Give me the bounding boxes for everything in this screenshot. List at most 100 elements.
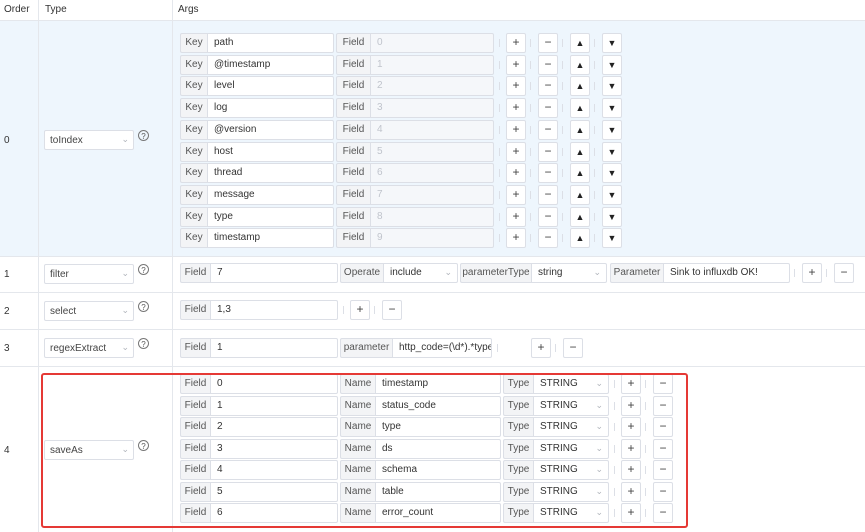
field-input[interactable]: 6 [370,163,494,184]
move-up-button[interactable]: ▲ [570,33,590,53]
remove-button[interactable]: − [653,460,673,480]
type-select[interactable]: STRING ⌄ [533,503,609,523]
type-select[interactable]: STRING ⌄ [533,395,609,416]
field-input[interactable]: 4 [210,460,338,480]
help-icon[interactable]: ? [138,301,149,312]
field-input[interactable]: 6 [210,503,338,523]
name-input[interactable]: timestamp [375,374,501,394]
remove-button[interactable]: − [538,163,558,184]
add-button[interactable]: + [802,263,822,283]
add-button[interactable]: + [621,395,641,416]
key-input[interactable]: level [207,76,334,97]
move-up-button[interactable]: ▲ [570,119,590,140]
move-down-button[interactable]: ▼ [602,228,622,249]
parameter-type-select[interactable]: string ⌄ [531,263,607,283]
remove-button[interactable]: − [538,141,558,162]
step-type-select[interactable]: toIndex ⌄ [44,130,134,150]
field-input[interactable]: 7 [210,263,338,283]
move-down-button[interactable]: ▼ [602,98,622,119]
key-input[interactable]: host [207,141,334,162]
field-input[interactable]: 7 [370,184,494,205]
add-button[interactable]: + [621,481,641,502]
add-button[interactable]: + [531,338,551,358]
key-input[interactable]: @timestamp [207,54,334,75]
name-input[interactable]: table [375,481,501,502]
key-input[interactable]: @version [207,119,334,140]
add-button[interactable]: + [621,460,641,480]
field-input[interactable]: 8 [370,206,494,227]
move-up-button[interactable]: ▲ [570,76,590,97]
key-input[interactable]: timestamp [207,228,334,249]
field-input[interactable]: 5 [370,141,494,162]
field-input[interactable]: 4 [370,119,494,140]
move-down-button[interactable]: ▼ [602,33,622,53]
field-input[interactable]: 3 [370,98,494,119]
field-input[interactable]: 1,3 [210,300,338,320]
help-icon[interactable]: ? [138,440,149,451]
move-up-button[interactable]: ▲ [570,141,590,162]
help-icon[interactable]: ? [138,338,149,349]
remove-button[interactable]: − [538,119,558,140]
field-input[interactable]: 0 [370,33,494,53]
remove-button[interactable]: − [538,228,558,249]
step-type-select[interactable]: saveAs ⌄ [44,440,134,460]
add-button[interactable]: + [506,184,526,205]
field-input[interactable]: 1 [370,54,494,75]
field-input[interactable]: 5 [210,481,338,502]
field-input[interactable]: 0 [210,374,338,394]
remove-button[interactable]: − [563,338,583,358]
name-input[interactable]: schema [375,460,501,480]
add-button[interactable]: + [506,228,526,249]
remove-button[interactable]: − [653,395,673,416]
step-type-select[interactable]: select ⌄ [44,301,134,321]
add-button[interactable]: + [506,76,526,97]
add-button[interactable]: + [621,374,641,394]
add-button[interactable]: + [621,503,641,523]
remove-button[interactable]: − [538,184,558,205]
remove-button[interactable]: − [834,263,854,283]
type-select[interactable]: STRING ⌄ [533,438,609,459]
key-input[interactable]: thread [207,163,334,184]
key-input[interactable]: type [207,206,334,227]
key-input[interactable]: message [207,184,334,205]
move-down-button[interactable]: ▼ [602,54,622,75]
move-up-button[interactable]: ▲ [570,54,590,75]
parameter-input[interactable]: http_code=(\d*).*type=(.*),d [392,338,492,358]
move-up-button[interactable]: ▲ [570,206,590,227]
help-icon[interactable]: ? [138,264,149,275]
type-select[interactable]: STRING ⌄ [533,417,609,437]
remove-button[interactable]: − [538,206,558,227]
add-button[interactable]: + [621,438,641,459]
remove-button[interactable]: − [538,98,558,119]
move-up-button[interactable]: ▲ [570,163,590,184]
name-input[interactable]: error_count [375,503,501,523]
remove-button[interactable]: − [653,438,673,459]
add-button[interactable]: + [506,98,526,119]
move-down-button[interactable]: ▼ [602,206,622,227]
add-button[interactable]: + [506,163,526,184]
move-down-button[interactable]: ▼ [602,119,622,140]
type-select[interactable]: STRING ⌄ [533,374,609,394]
move-down-button[interactable]: ▼ [602,184,622,205]
remove-button[interactable]: − [653,417,673,437]
help-icon[interactable]: ? [138,130,149,141]
add-button[interactable]: + [621,417,641,437]
remove-button[interactable]: − [382,300,402,320]
remove-button[interactable]: − [653,374,673,394]
move-down-button[interactable]: ▼ [602,141,622,162]
move-down-button[interactable]: ▼ [602,163,622,184]
add-button[interactable]: + [506,206,526,227]
remove-button[interactable]: − [538,76,558,97]
remove-button[interactable]: − [538,54,558,75]
move-down-button[interactable]: ▼ [602,76,622,97]
field-input[interactable]: 2 [210,417,338,437]
type-select[interactable]: STRING ⌄ [533,460,609,480]
remove-button[interactable]: − [653,481,673,502]
name-input[interactable]: ds [375,438,501,459]
field-input[interactable]: 1 [210,395,338,416]
add-button[interactable]: + [506,54,526,75]
operate-select[interactable]: include ⌄ [383,263,458,283]
type-select[interactable]: STRING ⌄ [533,481,609,502]
remove-button[interactable]: − [653,503,673,523]
add-button[interactable]: + [506,119,526,140]
